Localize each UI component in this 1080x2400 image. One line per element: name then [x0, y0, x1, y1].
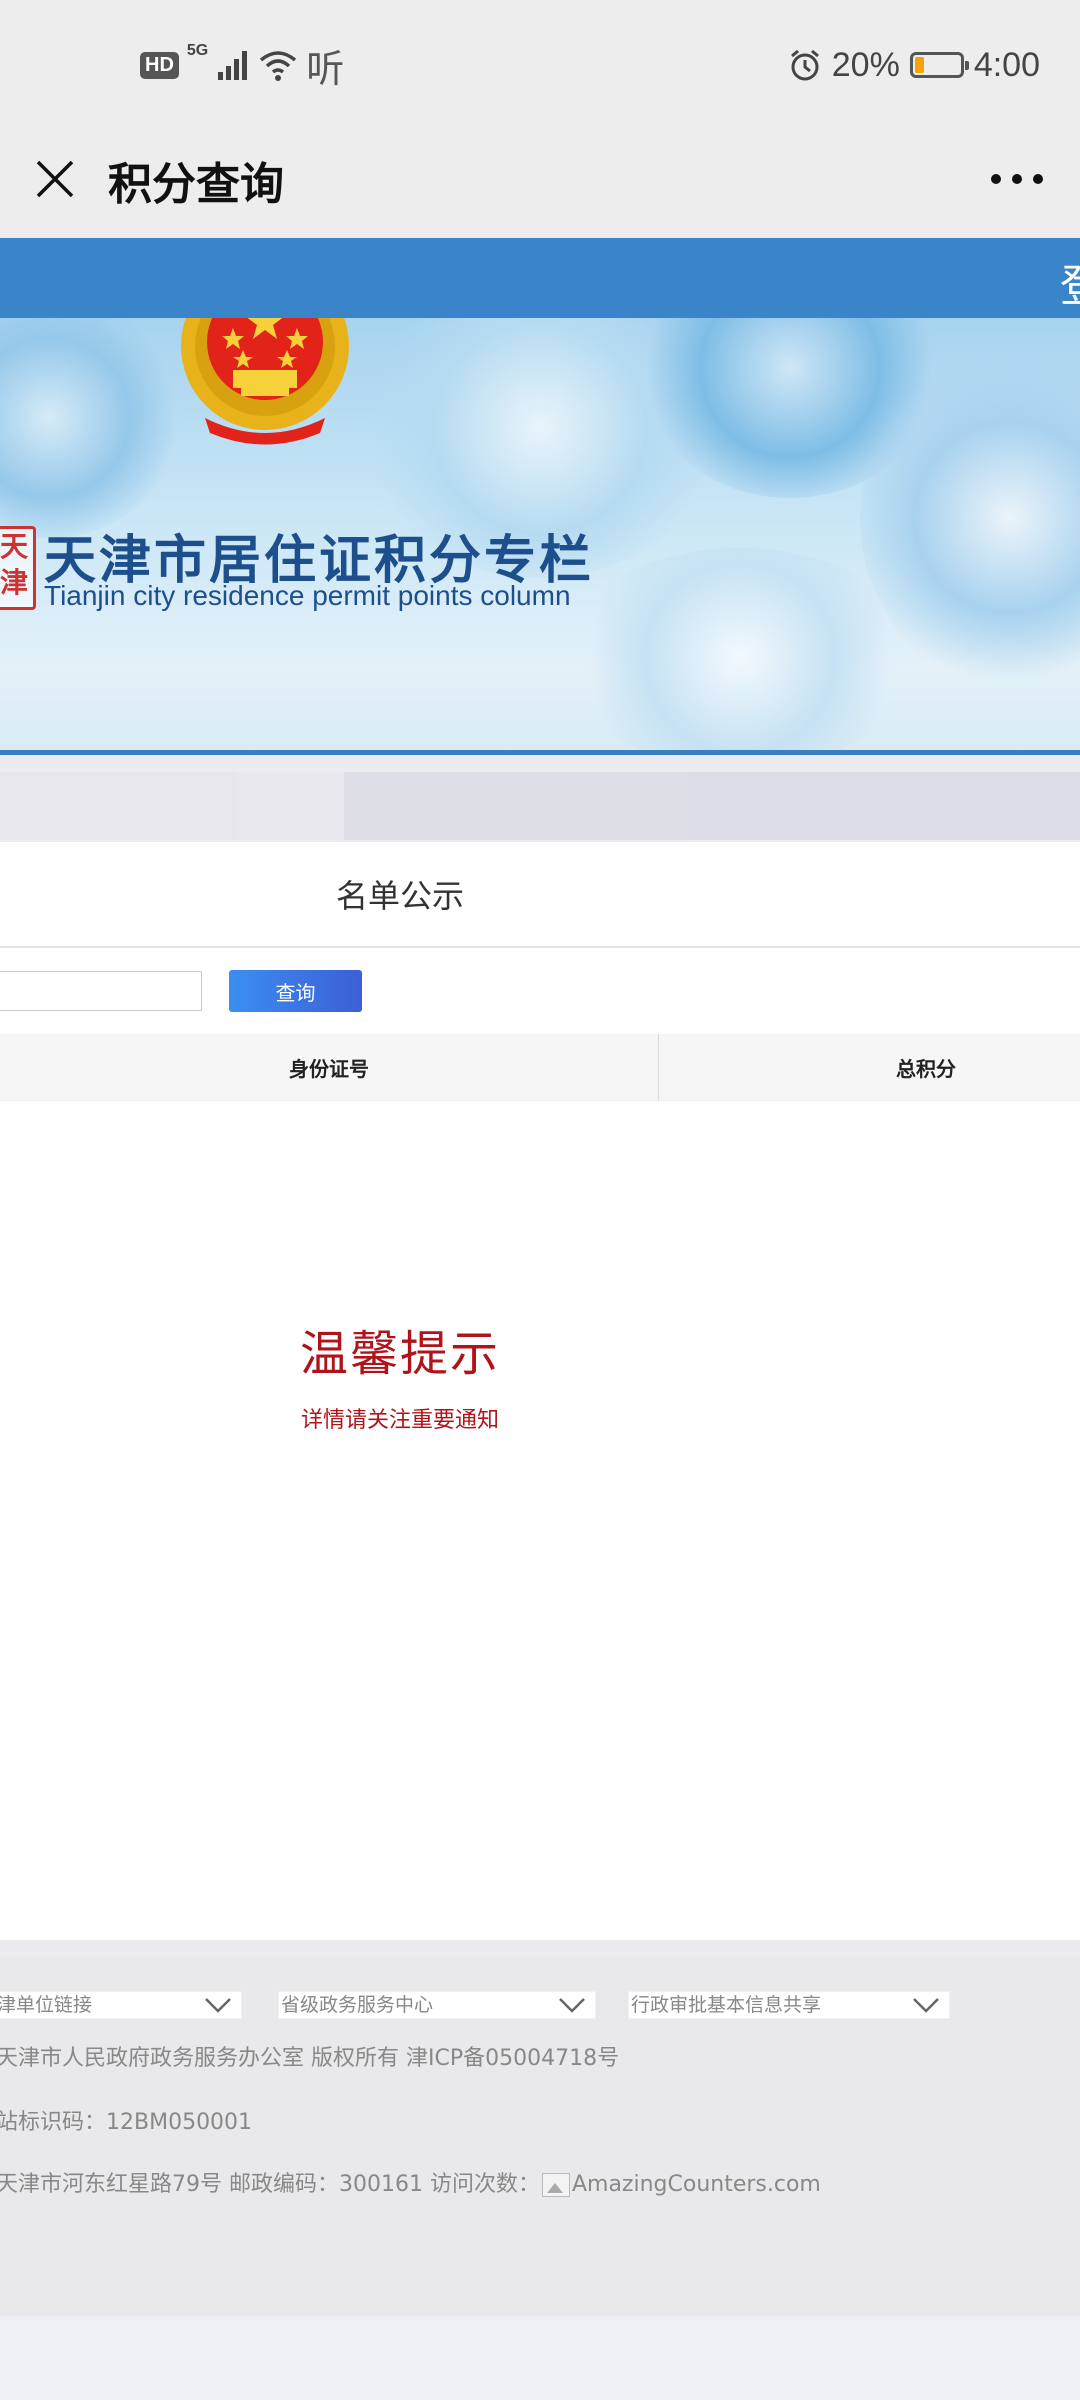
table-header: 身份证号 总积分 [0, 1034, 1080, 1101]
login-link[interactable]: 登 [1060, 250, 1080, 314]
footer-copyright: 天津市人民政府政务服务办公室 版权所有 津ICP备05004718号 [0, 2046, 620, 2071]
site-top-band: 登 [0, 238, 1080, 318]
visit-counter-link[interactable]: AmazingCounters.com [572, 2172, 821, 2197]
more-icon [991, 174, 1043, 184]
wifi-icon [260, 51, 297, 81]
signal-icon [218, 51, 248, 80]
chevron-down-icon [559, 1998, 585, 2013]
national-emblem-icon [181, 318, 349, 445]
footer-select-label: 津单位链接 [0, 1994, 93, 2016]
banner-rose-decoration [560, 548, 920, 754]
site-banner: 天津 天津市居住证积分专栏 Tianjin city residence per… [0, 318, 1080, 754]
battery-fill [914, 57, 925, 73]
page-title: 积分查询 [108, 159, 284, 210]
status-bar: HD 5G 听 20% 4:00 [0, 0, 1080, 130]
network-type-label: 5G [186, 42, 209, 59]
notice-text: 详情请关注重要通知 [300, 1408, 499, 1433]
list-publicity-card: 名单公示 查询 身份证号 总积分 温馨提示 详情请关注重要通知 [0, 842, 1080, 1940]
close-icon [36, 160, 74, 198]
nav-segment[interactable] [236, 772, 344, 840]
id-number-input[interactable] [0, 971, 202, 1011]
listen-icon: 听 [306, 46, 345, 91]
nav-segment[interactable] [0, 772, 236, 840]
banner-rose-decoration [0, 318, 180, 538]
footer-select-provincial-center[interactable]: 省级政务服务中心 [278, 1991, 596, 2019]
footer-address: 天津市河东红星路79号 邮政编码：300161 访问次数： AmazingCoun… [0, 2166, 821, 2198]
bottom-safe-area [0, 2316, 1080, 2400]
alarm-icon [790, 49, 819, 81]
nav-segment[interactable] [344, 772, 688, 840]
clock: 4:00 [973, 45, 1040, 84]
banner-subtitle: Tianjin city residence permit points col… [44, 580, 571, 611]
tianjin-seal-logo: 天津 [0, 526, 36, 610]
status-right: 20% 4:00 [788, 40, 1040, 90]
chevron-down-icon [205, 1998, 231, 2013]
hd-badge: HD [140, 51, 179, 79]
footer-select-approval-info[interactable]: 行政审批基本信息共享 [628, 1991, 950, 2019]
footer-address-text: 天津市河东红星路79号 邮政编码：300161 访问次数： [0, 2172, 540, 2197]
column-header-id-number: 身份证号 [289, 1056, 369, 1081]
more-button[interactable] [982, 152, 1052, 206]
query-button[interactable]: 查询 [229, 970, 362, 1012]
battery-percent: 20% [831, 45, 900, 84]
close-button[interactable] [28, 152, 82, 206]
banner-bottom-rule [0, 750, 1080, 755]
chevron-down-icon [913, 1998, 939, 2013]
footer-select-unit-links[interactable]: 津单位链接 [0, 1991, 242, 2019]
broken-image-icon [541, 2173, 570, 2197]
status-left: HD 5G 听 [140, 40, 345, 91]
app-header: 积分查询 [0, 130, 1080, 238]
footer-select-label: 省级政务服务中心 [281, 1994, 434, 2016]
notice-title: 温馨提示 [299, 1326, 500, 1382]
nav-strip [0, 772, 1080, 840]
divider [0, 946, 1080, 948]
battery-icon [909, 52, 969, 78]
footer-site-code: 站标识码：12BM050001 [0, 2110, 253, 2135]
section-title: 名单公示 [335, 877, 464, 915]
footer-select-label: 行政审批基本信息共享 [631, 1994, 822, 2016]
nav-segment[interactable] [688, 772, 1080, 840]
site-footer: 津单位链接 省级政务服务中心 行政审批基本信息共享 天津市人民政府政务服务办公室… [0, 1956, 1080, 2316]
column-header-total-points: 总积分 [896, 1056, 956, 1081]
